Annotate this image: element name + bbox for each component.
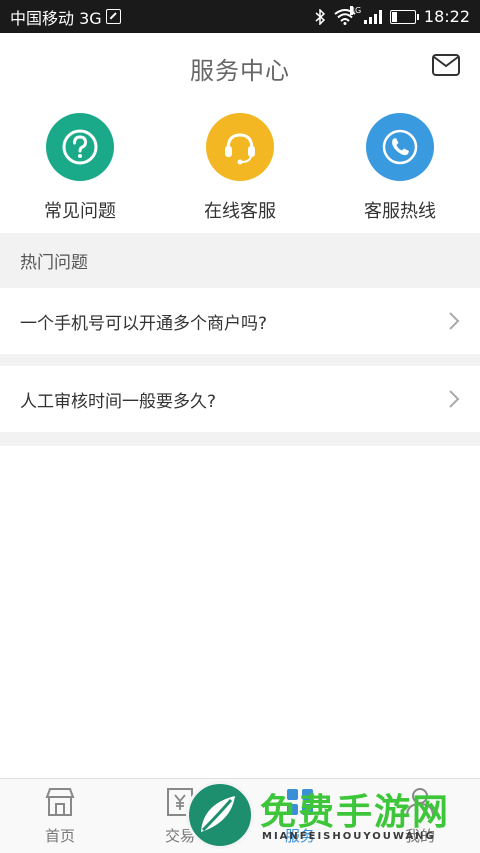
nav-mine-label: 我的 [404, 827, 435, 845]
nav-service[interactable]: 服务 [240, 779, 360, 853]
status-right: 3G 18:22 [314, 5, 470, 26]
service-faq-label: 常见问题 [44, 201, 116, 222]
nav-service-label: 服务 [284, 827, 315, 845]
bluetooth-icon [315, 8, 325, 25]
grid-icon [287, 789, 313, 815]
header: 服务中心 [0, 33, 480, 103]
question-icon [62, 129, 98, 165]
hot-questions-header: 热门问题 [0, 233, 480, 288]
question-row[interactable]: 人工审核时间一般要多久? [0, 366, 480, 432]
service-online-support-label: 在线客服 [204, 201, 276, 222]
carrier-text: 中国移动 3G [10, 8, 102, 28]
signal-icon: 3G [349, 5, 382, 24]
service-grid: 常见问题 在线客服 客服热线 [0, 103, 480, 233]
clock-text: 18:22 [423, 7, 470, 26]
nav-transactions[interactable]: 交易 [120, 779, 240, 853]
hot-questions-title: 热门问题 [20, 253, 88, 273]
row-divider [0, 432, 480, 446]
service-hotline-label: 客服热线 [364, 201, 436, 222]
receipt-icon [167, 788, 193, 816]
question-row[interactable]: 一个手机号可以开通多个商户吗? [0, 288, 480, 354]
faq-circle [46, 113, 114, 181]
bottom-nav: 首页 交易 服务 我的 [0, 778, 480, 853]
no-sim-icon [105, 9, 121, 24]
question-text: 一个手机号可以开通多个商户吗? [20, 313, 268, 334]
phone-icon [382, 129, 418, 165]
nav-mine[interactable]: 我的 [360, 779, 480, 853]
mail-icon[interactable] [432, 54, 460, 76]
service-hotline[interactable]: 客服热线 [320, 103, 480, 233]
online-support-circle [206, 113, 274, 181]
battery-icon [389, 9, 419, 24]
status-left: 中国移动 3G [10, 5, 314, 29]
nav-home-label: 首页 [44, 827, 75, 845]
row-divider [0, 354, 480, 366]
network-type: 3G [349, 5, 362, 15]
service-faq[interactable]: 常见问题 [0, 103, 160, 233]
headset-icon [225, 133, 255, 165]
nav-transactions-label: 交易 [164, 827, 195, 845]
nav-home[interactable]: 首页 [0, 779, 120, 853]
user-icon [406, 788, 434, 817]
chevron-right-icon [449, 312, 460, 330]
service-online-support[interactable]: 在线客服 [160, 103, 320, 233]
status-bar: 中国移动 3G 3G 18:22 [0, 0, 480, 33]
chevron-right-icon [449, 390, 460, 408]
store-icon [45, 788, 75, 816]
question-text: 人工审核时间一般要多久? [20, 391, 217, 412]
hotline-circle [366, 113, 434, 181]
page-title: 服务中心 [190, 56, 290, 85]
